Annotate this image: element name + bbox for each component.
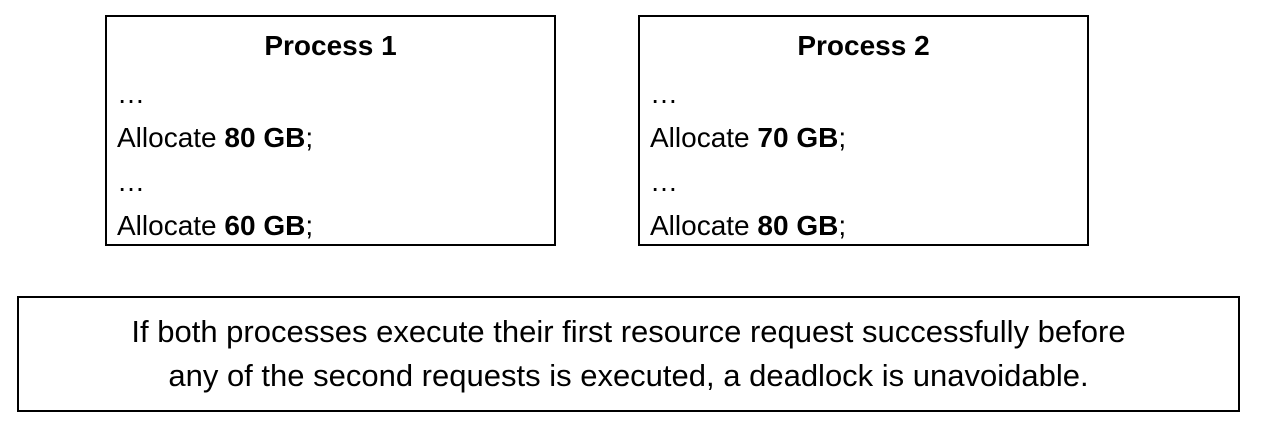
allocate-line: Allocate 80 GB; — [650, 208, 846, 244]
ellipsis-line: … — [650, 78, 678, 109]
ellipsis-line: … — [117, 166, 145, 197]
allocate-line: Allocate 80 GB; — [117, 120, 313, 156]
note-line-1: If both processes execute their first re… — [131, 314, 1126, 349]
allocate-amount: 80 GB — [757, 210, 839, 241]
statement-terminator: ; — [305, 210, 314, 241]
process-1-box: Process 1 … Allocate 80 GB; … Allocate 6… — [105, 15, 556, 246]
allocate-amount: 70 GB — [757, 122, 839, 153]
allocate-line: Allocate 60 GB; — [117, 208, 313, 244]
deadlock-note: If both processes execute their first re… — [125, 310, 1131, 398]
allocate-label: Allocate — [650, 122, 758, 153]
statement-terminator: ; — [305, 122, 314, 153]
allocate-label: Allocate — [650, 210, 758, 241]
allocate-amount: 60 GB — [224, 210, 306, 241]
allocate-label: Allocate — [117, 210, 225, 241]
process-title: Process 2 — [797, 30, 930, 61]
statement-terminator: ; — [838, 122, 847, 153]
deadlock-note-box: If both processes execute their first re… — [17, 296, 1240, 412]
ellipsis-line: … — [650, 166, 678, 197]
process-title: Process 1 — [264, 30, 397, 61]
process-2-box: Process 2 … Allocate 70 GB; … Allocate 8… — [638, 15, 1089, 246]
note-line-2: any of the second requests is executed, … — [168, 358, 1089, 393]
allocate-label: Allocate — [117, 122, 225, 153]
allocate-line: Allocate 70 GB; — [650, 120, 846, 156]
allocate-amount: 80 GB — [224, 122, 306, 153]
ellipsis-line: … — [117, 78, 145, 109]
statement-terminator: ; — [838, 210, 847, 241]
